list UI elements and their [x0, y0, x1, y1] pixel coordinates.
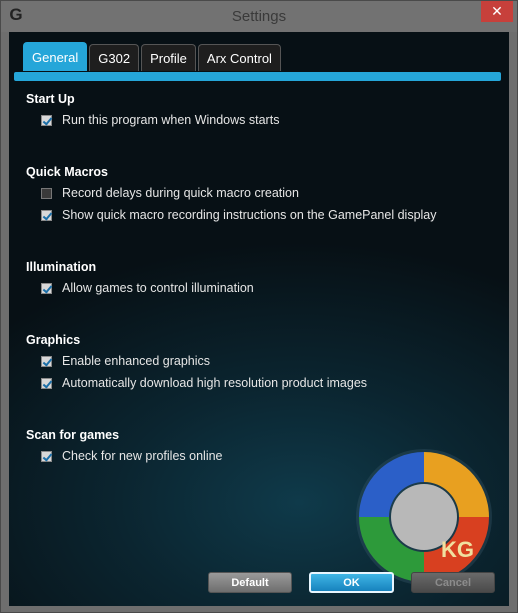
checkbox[interactable]	[41, 187, 52, 199]
option-allow-illumination[interactable]: Allow games to control illumination	[41, 280, 254, 296]
option-label: Record delays during quick macro creatio…	[62, 186, 299, 200]
tab-g302[interactable]: G302	[89, 44, 140, 71]
settings-window: G Settings ✕ General G302 Profile Arx Co…	[0, 0, 518, 613]
title-bar[interactable]: G Settings ✕	[1, 1, 517, 32]
option-label: Allow games to control illumination	[62, 281, 254, 295]
close-button[interactable]: ✕	[481, 1, 513, 22]
option-label: Automatically download high resolution p…	[62, 376, 368, 390]
checkbox[interactable]	[41, 355, 52, 367]
section-title-scan-for-games: Scan for games	[26, 428, 120, 442]
kg-watermark-logo: KG	[356, 449, 492, 585]
section-title-start-up: Start Up	[26, 92, 75, 106]
tab-bar: General G302 Profile Arx Control	[23, 42, 281, 72]
tab-arx-control[interactable]: Arx Control	[197, 44, 281, 71]
section-title-illumination: Illumination	[26, 260, 97, 274]
option-label: Enable enhanced graphics	[62, 354, 211, 368]
option-check-profiles-online[interactable]: Check for new profiles online	[41, 448, 223, 464]
checkbox[interactable]	[41, 450, 52, 462]
checkbox[interactable]	[41, 377, 52, 389]
cancel-button[interactable]: Cancel	[411, 572, 495, 593]
checkbox[interactable]	[41, 114, 52, 126]
tab-general[interactable]: General	[23, 42, 88, 71]
option-label: Show quick macro recording instructions …	[62, 208, 437, 222]
default-button[interactable]: Default	[208, 572, 292, 593]
tab-underline	[14, 72, 501, 81]
settings-content: General G302 Profile Arx Control Start U…	[9, 32, 509, 606]
option-record-delays[interactable]: Record delays during quick macro creatio…	[41, 185, 299, 201]
watermark-text: KG	[441, 537, 474, 562]
section-title-quick-macros: Quick Macros	[26, 165, 108, 179]
option-enhanced-graphics[interactable]: Enable enhanced graphics	[41, 353, 210, 369]
checkbox[interactable]	[41, 282, 52, 294]
option-run-at-startup[interactable]: Run this program when Windows starts	[41, 112, 279, 128]
ok-button[interactable]: OK	[309, 572, 394, 593]
option-label: Check for new profiles online	[62, 449, 223, 463]
option-download-images[interactable]: Automatically download high resolution p…	[41, 375, 367, 391]
window-title: Settings	[231, 8, 287, 25]
section-title-graphics: Graphics	[26, 333, 81, 347]
option-show-macro-instructions[interactable]: Show quick macro recording instructions …	[41, 207, 437, 223]
checkbox[interactable]	[41, 209, 52, 221]
option-label: Run this program when Windows starts	[62, 113, 280, 127]
tab-profile[interactable]: Profile	[141, 44, 196, 71]
